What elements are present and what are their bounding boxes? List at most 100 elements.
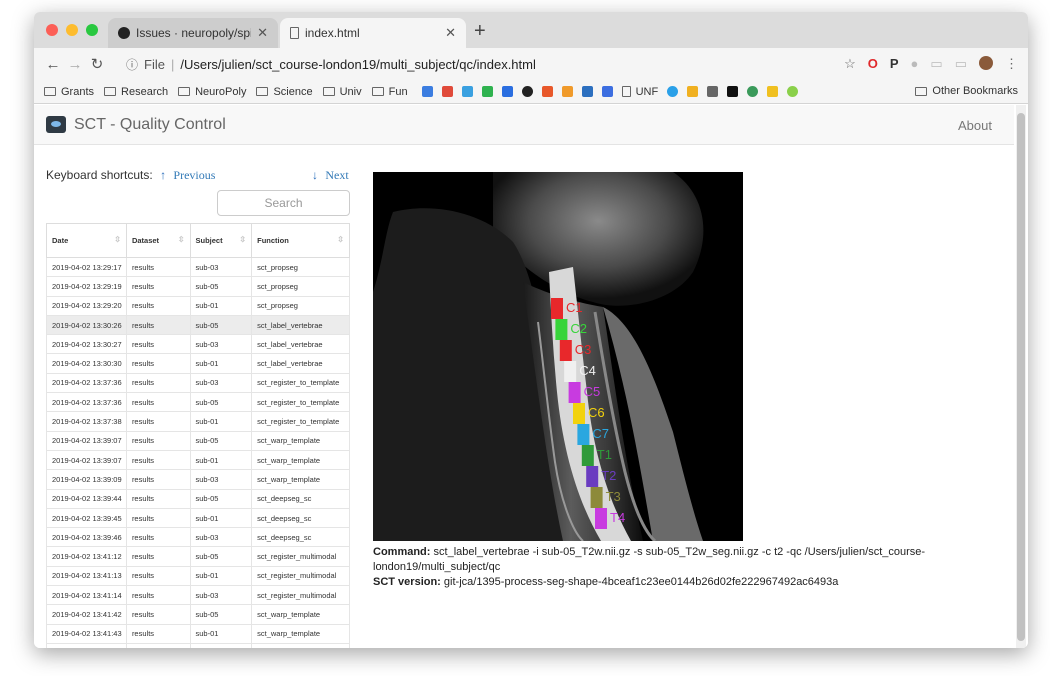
close-window-button[interactable] [46, 24, 58, 36]
dataset-cell: results [125, 276, 191, 297]
bookmark-folder[interactable]: NeuroPoly [178, 86, 246, 98]
app-brand[interactable]: SCT - Quality Control [74, 116, 226, 134]
table-row[interactable]: 2019-04-02 13:41:42 results sub-05 sct_warp… [46, 604, 350, 625]
version-line: SCT version: git-jca/1395-process-seg-sh… [373, 575, 993, 590]
new-tab-button[interactable]: + [474, 20, 486, 43]
app-icon[interactable] [727, 86, 739, 97]
table-row[interactable]: 2019-04-02 13:39:09 results sub-03 sct_warp… [46, 469, 350, 490]
gmail-icon[interactable] [441, 86, 453, 97]
function-cell: sct_register_to_template [251, 392, 350, 413]
table-row[interactable]: 2019-04-02 13:30:30 results sub-01 sct_labe… [46, 353, 350, 374]
app-icon[interactable] [667, 86, 679, 97]
dataset-cell: results [125, 295, 191, 316]
tab-issues[interactable]: Issues · neuropoly/spinalcordto ✕ [108, 18, 278, 48]
gitlab-icon[interactable] [561, 86, 573, 97]
opera-icon[interactable]: O [868, 56, 878, 72]
git-icon[interactable] [541, 86, 553, 97]
table-row[interactable]: 2019-04-02 13:37:38 results sub-01 sct_regi… [46, 411, 350, 432]
minimize-window-button[interactable] [66, 24, 78, 36]
drive-icon[interactable] [481, 86, 493, 97]
info-icon[interactable]: ⓘ [126, 56, 138, 73]
about-link[interactable]: About [958, 118, 992, 133]
table-row[interactable]: 2019-04-02 13:37:36 results sub-03 sct_regi… [46, 372, 350, 394]
arrow-icon[interactable] [687, 86, 699, 97]
vertebra-label: C5 [584, 384, 601, 399]
table-row[interactable]: 2019-04-02 13:39:07 results sub-05 sct_warp… [46, 430, 350, 451]
date-cell: 2019-04-02 13:30:30 [46, 353, 127, 374]
subject-cell: sub-03 [189, 642, 253, 648]
table-row[interactable]: 2019-04-02 13:29:19 results sub-05 sct_prop… [46, 276, 350, 297]
extension-icon[interactable]: ▭ [955, 56, 967, 72]
column-header-function[interactable]: Function ⇳ [251, 223, 350, 258]
close-tab-icon[interactable]: ✕ [445, 25, 456, 41]
table-row[interactable]: 2019-04-02 13:41:43 results sub-01 sct_warp… [46, 623, 350, 644]
bookmark-label: Research [121, 85, 169, 98]
subject-cell: sub-03 [189, 334, 253, 355]
table-row[interactable]: 2019-04-02 13:41:14 results sub-03 sct_regi… [46, 585, 350, 606]
tab-index[interactable]: index.html ✕ [280, 18, 466, 48]
shortcuts-label: Keyboard shortcuts: [46, 168, 153, 182]
bookmark-star-icon[interactable]: ☆ [844, 56, 856, 72]
table-row[interactable]: 2019-04-02 13:30:26 results sub-05 sct_labe… [46, 314, 350, 336]
next-shortcut: ↓ Next [308, 168, 349, 183]
table-row[interactable]: 2019-04-02 13:39:46 results sub-03 sct_deep… [46, 527, 350, 548]
table-row[interactable]: 2019-04-02 13:39:44 results sub-05 sct_deep… [46, 488, 350, 509]
table-row[interactable]: 2019-04-02 13:39:45 results sub-01 sct_deep… [46, 507, 350, 529]
subject-cell: sub-01 [189, 295, 253, 316]
table-row[interactable]: 2019-04-02 13:29:17 results sub-03 sct_prop… [46, 256, 350, 278]
back-button[interactable]: ← [42, 56, 64, 73]
bookmark-unf[interactable]: UNF [621, 86, 658, 98]
bookmark-folder[interactable]: Science [256, 86, 313, 98]
avatar[interactable] [979, 56, 993, 70]
url-separator: | [170, 56, 175, 72]
table-row[interactable]: 2019-04-02 13:30:27 results sub-03 sct_labe… [46, 334, 350, 355]
address-bar[interactable]: ⓘ File | /Users/julien/sct_course-london… [126, 52, 826, 76]
sort-icon: ⇳ [177, 235, 185, 244]
pinterest-icon[interactable]: P [890, 56, 899, 72]
date-cell: 2019-04-02 13:41:13 [46, 565, 127, 587]
star-icon[interactable] [461, 86, 473, 97]
close-tab-icon[interactable]: ✕ [257, 25, 268, 41]
next-link[interactable]: Next [325, 168, 348, 182]
extension-icon[interactable]: ▭ [930, 56, 942, 72]
home-icon[interactable] [767, 86, 779, 97]
column-header-dataset[interactable]: Dataset ⇳ [125, 223, 191, 258]
maximize-window-button[interactable] [86, 24, 98, 36]
other-bookmarks[interactable]: Other Bookmarks [915, 85, 1018, 97]
table-row[interactable]: 2019-04-02 13:29:20 results sub-01 sct_prop… [46, 295, 350, 316]
search-input[interactable]: Search [217, 190, 350, 216]
link-icon[interactable] [707, 86, 719, 97]
table-row[interactable]: 2019-04-02 13:41:12 results sub-05 sct_regi… [46, 546, 350, 567]
menu-icon[interactable]: ⋮ [1005, 56, 1018, 72]
column-header-date[interactable]: Date ⇳ [46, 223, 127, 258]
table-row[interactable]: 2019-04-02 13:41:44resultssub-03sct_warp… [46, 642, 350, 648]
tab-title: index.html [305, 26, 360, 40]
github-icon[interactable] [521, 86, 533, 97]
scrollbar-thumb[interactable] [1017, 113, 1025, 641]
app-icon[interactable] [787, 86, 799, 97]
bookmark-folder[interactable]: Grants [44, 86, 94, 98]
browser-window: Issues · neuropoly/spinalcordto ✕ index.… [34, 12, 1028, 648]
column-header-subject[interactable]: Subject ⇳ [189, 223, 253, 258]
bookmark-folder[interactable]: Research [104, 86, 168, 98]
bookmark-folder[interactable]: Univ [322, 86, 362, 98]
chat-icon[interactable] [601, 86, 613, 97]
app-icon[interactable] [581, 86, 593, 97]
extension-icon[interactable]: ● [911, 56, 919, 72]
dataset-cell: results [125, 507, 191, 529]
bookmark-label: NeuroPoly [195, 85, 247, 98]
table-row[interactable]: 2019-04-02 13:39:07 results sub-01 sct_warp… [46, 449, 350, 471]
table-row[interactable]: 2019-04-02 13:37:36 results sub-05 sct_regi… [46, 392, 350, 413]
function-cell: sct_deepseg_sc [251, 527, 350, 548]
previous-link[interactable]: Previous [173, 168, 215, 182]
calendar-icon[interactable] [421, 86, 433, 97]
bookmark-folder[interactable]: Fun [371, 86, 408, 98]
reload-button[interactable]: ↻ [86, 55, 108, 73]
dropbox-icon[interactable] [501, 86, 513, 97]
settings-icon[interactable] [747, 86, 759, 97]
date-cell: 2019-04-02 13:37:36 [46, 392, 127, 413]
forward-button[interactable]: → [64, 56, 86, 73]
folder-icon [44, 87, 56, 96]
date-cell: 2019-04-02 13:41:43 [46, 623, 127, 644]
table-row[interactable]: 2019-04-02 13:41:13 results sub-01 sct_regi… [46, 565, 350, 587]
